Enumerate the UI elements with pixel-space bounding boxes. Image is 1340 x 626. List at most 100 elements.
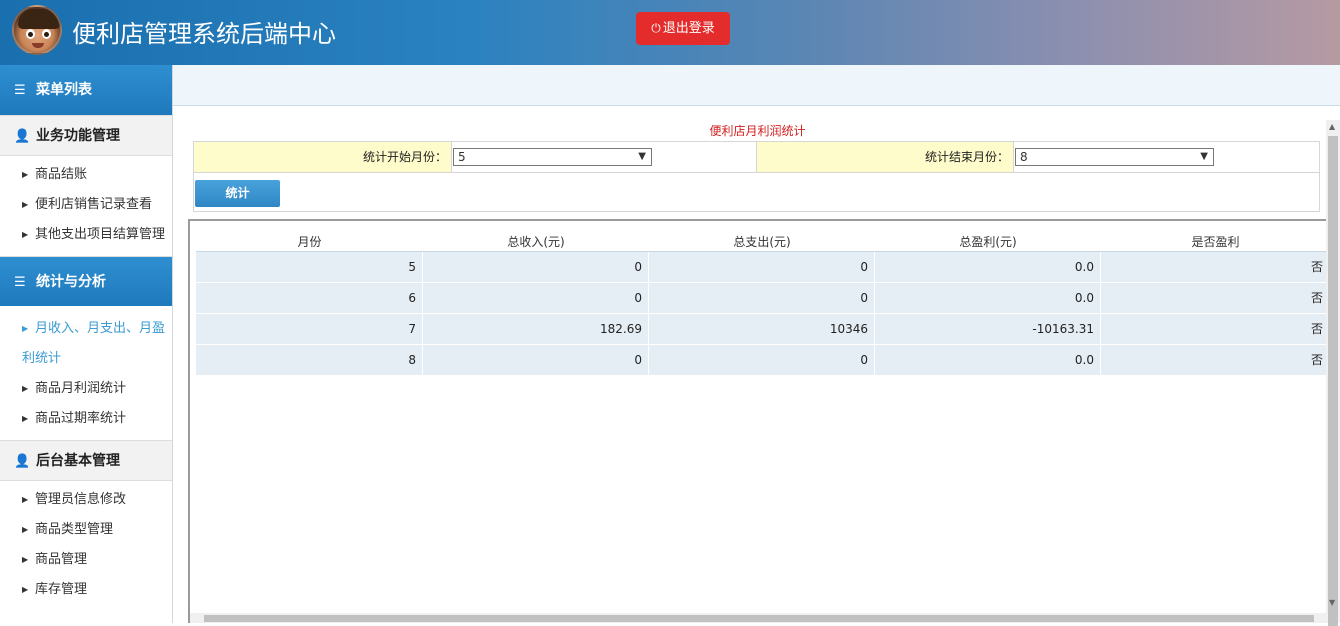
cell-expense: 0 (649, 283, 875, 313)
sidebar-item-label: 其他支出项目结算管理 (35, 227, 166, 242)
sidebar: ☰ 菜单列表 👤 业务功能管理 ▶ 商品结账 ▶ 便利店销售记录查看 ▶ 其他支出项目结算… (0, 65, 173, 623)
cell-is-profitable: 否 (1101, 345, 1326, 375)
table-row[interactable]: 8 0 0 0.0 否 (196, 345, 1326, 376)
sidebar-item-products[interactable]: ▶ 商品管理 (0, 545, 172, 575)
sidebar-item-inventory[interactable]: ▶ 库存管理 (0, 575, 172, 605)
filter-form: 统计开始月份： 5 ▼ 统计结束月份： 8 ▼ 统计 (193, 141, 1320, 212)
cell-profit: 0.0 (875, 252, 1101, 282)
sidebar-item-monthly-stats[interactable]: ▶ 月收入、月支出、月盈利统计 (0, 314, 172, 374)
cell-is-profitable: 否 (1101, 252, 1326, 282)
caret-right-icon: ▶ (22, 324, 29, 333)
end-month-label: 统计结束月份： (756, 142, 1013, 172)
start-month-select[interactable]: 5 ▼ (453, 148, 652, 166)
cell-month: 6 (196, 283, 423, 313)
cell-month: 7 (196, 314, 423, 344)
sidebar-item-label: 商品过期率统计 (35, 411, 127, 426)
scroll-down-icon[interactable]: ▼ (1329, 598, 1335, 607)
cell-expense: 0 (649, 252, 875, 282)
result-panel: 月份 总收入(元) 总支出(元) 总盈利(元) 是否盈利 5 0 0 0.0 否… (188, 219, 1326, 623)
sidebar-item-label: 便利店销售记录查看 (35, 197, 153, 212)
sidebar-item-label: 管理员信息修改 (35, 492, 127, 507)
sidebar-item-product-types[interactable]: ▶ 商品类型管理 (0, 515, 172, 545)
cell-income: 0 (423, 345, 649, 375)
caret-right-icon: ▶ (22, 414, 29, 423)
sidebar-item-label: 商品类型管理 (35, 522, 114, 537)
vertical-scrollbar[interactable]: ▲ ▼ (1326, 120, 1340, 626)
sidebar-item-checkout[interactable]: ▶ 商品结账 (0, 160, 172, 190)
column-header-income[interactable]: 总收入(元) (423, 233, 649, 251)
start-month-label: 统计开始月份： (194, 142, 451, 172)
caret-right-icon: ▶ (22, 170, 29, 179)
table-row[interactable]: 6 0 0 0.0 否 (196, 283, 1326, 314)
user-icon: 👤 (14, 129, 31, 144)
app-title: 便利店管理系统后端中心 (72, 20, 336, 48)
start-month-value: 5 (458, 150, 466, 164)
sidebar-item-admin-info[interactable]: ▶ 管理员信息修改 (0, 485, 172, 515)
column-header-expense[interactable]: 总支出(元) (649, 233, 875, 251)
column-header-is-profitable[interactable]: 是否盈利 (1101, 233, 1326, 251)
statistics-button[interactable]: 统计 (195, 180, 280, 207)
end-month-value: 8 (1020, 150, 1028, 164)
cell-month: 8 (196, 345, 423, 375)
vertical-scroll-thumb[interactable] (1328, 136, 1338, 626)
user-avatar (12, 5, 62, 55)
filter-row: 统计开始月份： 5 ▼ 统计结束月份： 8 ▼ (194, 142, 1319, 173)
caret-right-icon: ▶ (22, 200, 29, 209)
caret-right-icon: ▶ (22, 525, 29, 534)
cell-income: 182.69 (423, 314, 649, 344)
sidebar-item-sales-records[interactable]: ▶ 便利店销售记录查看 (0, 190, 172, 220)
section-header-admin[interactable]: 👤 后台基本管理 (0, 440, 172, 481)
start-month-cell: 5 ▼ (451, 142, 756, 172)
caret-right-icon: ▶ (22, 384, 29, 393)
section-header-statistics[interactable]: ☰ 统计与分析 (0, 256, 172, 306)
cell-expense: 10346 (649, 314, 875, 344)
end-month-cell: 8 ▼ (1013, 142, 1319, 172)
sidebar-item-label: 商品管理 (35, 552, 88, 567)
table-header: 月份 总收入(元) 总支出(元) 总盈利(元) 是否盈利 (196, 233, 1326, 252)
table-row[interactable]: 7 182.69 10346 -10163.31 否 (196, 314, 1326, 345)
column-header-profit[interactable]: 总盈利(元) (875, 233, 1101, 251)
cell-profit: -10163.31 (875, 314, 1101, 344)
sidebar-item-other-expenses[interactable]: ▶ 其他支出项目结算管理 (0, 220, 172, 250)
dropdown-arrow-icon: ▼ (638, 151, 646, 162)
cell-income: 0 (423, 283, 649, 313)
table-row[interactable]: 5 0 0 0.0 否 (196, 252, 1326, 283)
top-header: 便利店管理系统后端中心 ⏻ 退出登录 (0, 0, 1340, 65)
dropdown-arrow-icon: ▼ (1200, 151, 1208, 162)
section-title: 业务功能管理 (36, 128, 120, 144)
report-title: 便利店月利润统计 (709, 124, 806, 138)
column-header-month[interactable]: 月份 (196, 233, 423, 251)
section-header-business[interactable]: 👤 业务功能管理 (0, 115, 172, 156)
cell-profit: 0.0 (875, 345, 1101, 375)
result-table: 月份 总收入(元) 总支出(元) 总盈利(元) 是否盈利 5 0 0 0.0 否… (196, 233, 1326, 376)
cell-is-profitable: 否 (1101, 314, 1326, 344)
logout-label: 退出登录 (662, 21, 715, 36)
menu-list-header: ☰ 菜单列表 (0, 65, 172, 115)
caret-right-icon: ▶ (22, 555, 29, 564)
sidebar-item-label: 商品结账 (35, 167, 88, 182)
menu-list-title: 菜单列表 (36, 82, 92, 98)
sidebar-item-product-profit[interactable]: ▶ 商品月利润统计 (0, 374, 172, 404)
logout-button[interactable]: ⏻ 退出登录 (636, 12, 730, 45)
user-icon: 👤 (14, 454, 31, 469)
sidebar-item-expiry-rate[interactable]: ▶ 商品过期率统计 (0, 404, 172, 434)
list-icon: ☰ (14, 275, 26, 290)
cell-month: 5 (196, 252, 423, 282)
sidebar-item-label: 月收入、月支出、月盈利统计 (22, 321, 166, 366)
caret-right-icon: ▶ (22, 495, 29, 504)
content-top-band (173, 65, 1340, 106)
sidebar-item-label: 商品月利润统计 (35, 381, 127, 396)
section-title: 后台基本管理 (36, 453, 120, 469)
end-month-select[interactable]: 8 ▼ (1015, 148, 1214, 166)
section-title: 统计与分析 (36, 274, 106, 290)
cell-is-profitable: 否 (1101, 283, 1326, 313)
cell-profit: 0.0 (875, 283, 1101, 313)
horizontal-scrollbar[interactable] (190, 613, 1326, 623)
scroll-up-icon[interactable]: ▲ (1329, 122, 1335, 131)
caret-right-icon: ▶ (22, 585, 29, 594)
power-icon: ⏻ (651, 21, 661, 35)
sidebar-item-label: 库存管理 (35, 582, 88, 597)
horizontal-scroll-thumb[interactable] (204, 615, 1314, 622)
caret-right-icon: ▶ (22, 230, 29, 239)
cell-income: 0 (423, 252, 649, 282)
